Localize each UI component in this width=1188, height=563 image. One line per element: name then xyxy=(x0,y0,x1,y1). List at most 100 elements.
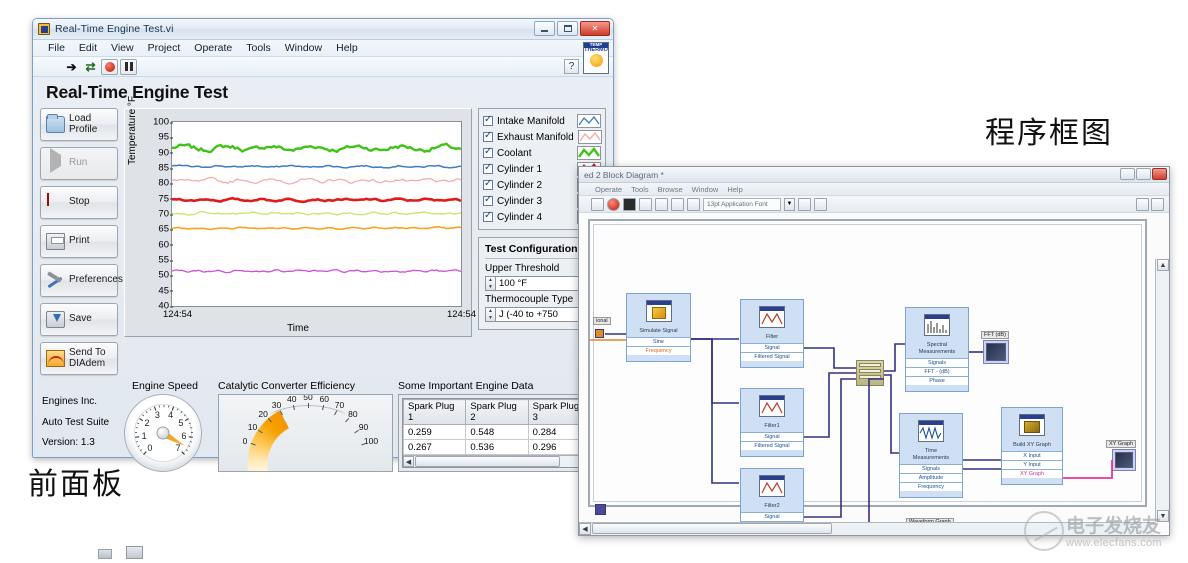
legend-row[interactable]: Coolant xyxy=(483,145,601,161)
menu-edit[interactable]: Edit xyxy=(72,41,104,55)
sidebar-item-preferences[interactable]: Preferences xyxy=(40,264,118,297)
table-row[interactable]: 0.2670.5360.296 xyxy=(404,440,601,455)
menu-project[interactable]: Project xyxy=(141,41,188,55)
legend-checkbox[interactable] xyxy=(483,164,493,174)
bd-step-out-icon[interactable] xyxy=(687,198,700,211)
legend-checkbox[interactable] xyxy=(483,116,493,126)
table-cell[interactable]: 0.259 xyxy=(404,425,466,440)
bd-step-into-icon[interactable] xyxy=(655,198,668,211)
chevron-down-icon[interactable]: ▼ xyxy=(784,198,795,211)
bd-vertical-scrollbar[interactable]: ▲ ▼ xyxy=(1155,259,1169,522)
node-row-signal[interactable]: Signal xyxy=(741,432,803,441)
bd-close-button[interactable] xyxy=(1152,168,1167,180)
minimize-button[interactable] xyxy=(534,21,555,36)
legend-checkbox[interactable] xyxy=(483,212,493,222)
upper-threshold-stepper[interactable]: ▲▼ xyxy=(485,276,496,291)
bd-loop-iteration-terminal[interactable] xyxy=(595,504,606,515)
node-row-filtered-signal[interactable]: Filtered Signal xyxy=(741,441,803,450)
node-row-frequency[interactable]: Frequency xyxy=(627,346,690,355)
bd-node-filter[interactable]: Filter Signal Filtered Signal xyxy=(740,299,804,368)
bd-menu-window[interactable]: Window xyxy=(692,185,719,194)
block-diagram-canvas[interactable]: ional Simulate Signal Sine Frequency Fil… xyxy=(579,213,1169,535)
legend-checkbox[interactable] xyxy=(483,180,493,190)
run-continuously-icon[interactable]: ⇄ xyxy=(82,59,99,75)
bd-left-terminal[interactable] xyxy=(595,329,604,338)
legend-plot-style-swatch[interactable] xyxy=(578,130,602,144)
run-icon[interactable]: ➔ xyxy=(63,59,80,75)
bd-cleanup-icon[interactable] xyxy=(1151,198,1164,211)
sidebar-item-print[interactable]: Print xyxy=(40,225,118,258)
node-row-signals[interactable]: Signals xyxy=(906,358,968,367)
legend-row[interactable]: Intake Manifold xyxy=(483,113,601,129)
bd-node-time-measurements[interactable]: TimeMeasurements Signals Amplitude Frequ… xyxy=(899,413,963,498)
bd-merge-signals-node[interactable] xyxy=(856,360,884,386)
node-row-y-input[interactable]: Y Input xyxy=(1002,460,1062,469)
node-row-filtered-signal[interactable]: Filtered Signal xyxy=(741,352,803,361)
bd-node-spectral-measurements[interactable]: SpectralMeasurements Signals FFT - (dB) … xyxy=(905,307,969,392)
bd-indicator-spectral[interactable] xyxy=(983,340,1009,364)
node-row-frequency[interactable]: Frequency xyxy=(900,482,962,491)
table-cell[interactable]: 0.536 xyxy=(466,440,528,455)
legend-checkbox[interactable] xyxy=(483,132,493,142)
sidebar-item-run[interactable]: Run xyxy=(40,147,118,180)
bd-distribute-icon[interactable] xyxy=(814,198,827,211)
table-horizontal-scrollbar[interactable]: ◀ ▶ xyxy=(403,455,589,467)
node-row-x-input[interactable]: X Input xyxy=(1002,451,1062,460)
bd-menu-tools[interactable]: Tools xyxy=(631,185,649,194)
table-column-header[interactable]: Spark Plug 1 xyxy=(404,400,466,425)
node-row-amplitude[interactable]: Amplitude xyxy=(900,473,962,482)
scroll-left-button[interactable]: ◀ xyxy=(403,456,414,467)
thermocouple-stepper[interactable]: ▲▼ xyxy=(485,307,496,322)
legend-plot-style-swatch[interactable] xyxy=(577,146,601,160)
bd-menu-help[interactable]: Help xyxy=(727,185,742,194)
node-row-xy-graph[interactable]: XY Graph xyxy=(1002,469,1062,478)
bd-highlight-icon[interactable] xyxy=(639,198,652,211)
table-cell[interactable]: 0.548 xyxy=(466,425,528,440)
table-cell[interactable]: 0.267 xyxy=(404,440,466,455)
bd-pause-icon[interactable] xyxy=(623,198,636,211)
sidebar-item-stop[interactable]: Stop xyxy=(40,186,118,219)
legend-checkbox[interactable] xyxy=(483,196,493,206)
maximize-button[interactable] xyxy=(557,21,578,36)
bd-node-build-xy-graph[interactable]: Build XY Graph X Input Y Input XY Graph xyxy=(1001,407,1063,485)
bd-scroll-left-button[interactable]: ◀ xyxy=(579,523,591,535)
bd-scroll-up-button[interactable]: ▲ xyxy=(1157,259,1169,271)
bd-align-icon[interactable] xyxy=(798,198,811,211)
menu-window[interactable]: Window xyxy=(278,41,329,55)
abort-execution-icon[interactable] xyxy=(101,59,118,75)
bd-maximize-button[interactable] xyxy=(1136,168,1151,180)
menu-file[interactable]: File xyxy=(41,41,72,55)
help-icon[interactable]: ? xyxy=(564,59,579,74)
node-row-signals[interactable]: Signals xyxy=(900,464,962,473)
chart-plot-area[interactable]: 100959085807570656055504540 xyxy=(171,121,462,307)
bd-font-selector[interactable]: 13pt Application Font xyxy=(703,198,781,211)
engine-speed-gauge[interactable]: 01234567 xyxy=(117,394,209,472)
sidebar-item-save[interactable]: Save xyxy=(40,303,118,336)
sidebar-item-send-to-diadem[interactable]: Send ToDIAdem xyxy=(40,342,118,375)
temperature-chart[interactable]: Temperature °F 1009590858075706560555045… xyxy=(124,108,472,337)
legend-row[interactable]: Exhaust Manifold xyxy=(483,129,601,145)
bd-node-filter1[interactable]: Filter1 Signal Filtered Signal xyxy=(740,388,804,457)
hscroll-thumb[interactable] xyxy=(415,456,560,467)
node-row-fft-db[interactable]: FFT - (dB) xyxy=(906,367,968,376)
pause-icon[interactable] xyxy=(120,59,137,75)
menu-view[interactable]: View xyxy=(104,41,141,55)
bd-step-over-icon[interactable] xyxy=(671,198,684,211)
bd-menu-browse[interactable]: Browse xyxy=(658,185,683,194)
node-row-signal[interactable]: Signal xyxy=(741,343,803,352)
bd-search-icon[interactable] xyxy=(1136,198,1149,211)
bd-hscroll-thumb[interactable] xyxy=(592,523,832,534)
bd-run-icon[interactable] xyxy=(591,198,604,211)
menu-operate[interactable]: Operate xyxy=(187,41,239,55)
bd-indicator-xy-graph[interactable] xyxy=(1112,449,1136,471)
menu-help[interactable]: Help xyxy=(329,41,365,55)
block-diagram-titlebar[interactable]: ed 2 Block Diagram * xyxy=(579,167,1169,183)
bd-minimize-button[interactable] xyxy=(1120,168,1135,180)
legend-plot-style-swatch[interactable] xyxy=(577,114,601,128)
engine-data-table-wrap[interactable]: Spark Plug 1Spark Plug 2Spark Plug 3 0.2… xyxy=(402,398,602,468)
catalytic-gauge[interactable]: 0102030405060708090100 xyxy=(218,394,393,472)
close-button[interactable]: ✕ xyxy=(580,21,610,36)
sidebar-item-load-profile[interactable]: LoadProfile xyxy=(40,108,118,141)
bd-abort-icon[interactable] xyxy=(607,198,620,211)
bd-node-simulate-signal[interactable]: Simulate Signal Sine Frequency xyxy=(626,293,691,362)
